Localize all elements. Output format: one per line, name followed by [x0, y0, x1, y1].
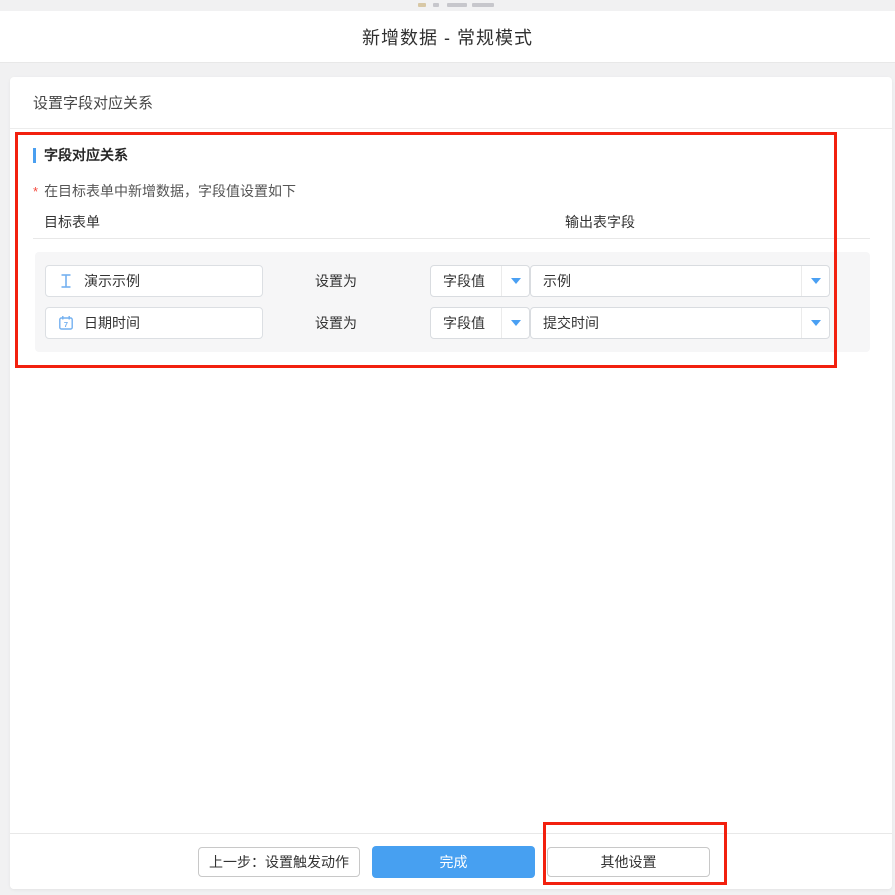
output-field-selected: 示例: [531, 271, 801, 291]
target-field-label: 日期时间: [84, 313, 140, 333]
value-mode-select[interactable]: 字段值: [430, 265, 530, 297]
value-mode-selected: 字段值: [431, 271, 501, 291]
panel-section-header-label: 设置字段对应关系: [33, 92, 153, 113]
value-mode-selected: 字段值: [431, 313, 501, 333]
column-header-target-form: 目标表单: [44, 212, 100, 232]
dialog-title-bar: 新增数据 - 常规模式: [0, 11, 895, 63]
main-panel: 设置字段对应关系 字段对应关系 * 在目标表单中新增数据，字段值设置如下 目标表单…: [10, 77, 892, 889]
output-field-selected: 提交时间: [531, 313, 801, 333]
caret-zone: [501, 266, 529, 296]
caret-zone: [501, 308, 529, 338]
output-field-select[interactable]: 提交时间: [530, 307, 830, 339]
chevron-down-icon: [811, 278, 821, 284]
finish-button[interactable]: 完成: [372, 846, 535, 878]
svg-text:7: 7: [64, 320, 68, 329]
remnant-fragment: [433, 3, 439, 7]
mapping-section-title-label: 字段对应关系: [44, 145, 128, 165]
column-header-divider: [33, 238, 870, 239]
mapping-rows-container: 演示示例 设置为 字段值 示例: [35, 252, 870, 352]
accent-bar: [33, 148, 36, 163]
column-header-output-field: 输出表字段: [565, 212, 635, 232]
target-field-label: 演示示例: [84, 271, 140, 291]
remnant-fragment: [472, 3, 494, 7]
chevron-down-icon: [811, 320, 821, 326]
remnant-fragment: [418, 3, 426, 7]
text-field-icon: [58, 273, 74, 289]
mapping-row: 演示示例 设置为 字段值 示例: [45, 265, 860, 297]
mapping-note-text: 在目标表单中新增数据，字段值设置如下: [44, 183, 296, 199]
other-settings-button[interactable]: 其他设置: [547, 847, 710, 877]
dialog-footer: 上一步：设置触发动作 完成 其他设置: [10, 833, 892, 889]
page-title: 新增数据 - 常规模式: [362, 24, 533, 50]
mapping-section-title: 字段对应关系: [33, 145, 128, 165]
target-field-chip: 7 日期时间: [45, 307, 263, 339]
remnant-fragment: [447, 3, 467, 7]
calendar-icon: 7: [58, 315, 74, 331]
chevron-down-icon: [511, 320, 521, 326]
caret-zone: [801, 266, 829, 296]
target-field-chip: 演示示例: [45, 265, 263, 297]
panel-section-header: 设置字段对应关系: [10, 77, 892, 129]
chevron-down-icon: [511, 278, 521, 284]
screen: 新增数据 - 常规模式 设置字段对应关系 字段对应关系 * 在目标表单中新增数据，…: [0, 0, 895, 895]
previous-step-button[interactable]: 上一步：设置触发动作: [198, 847, 360, 877]
mapping-note: * 在目标表单中新增数据，字段值设置如下: [33, 181, 296, 201]
set-as-label: 设置为: [315, 307, 357, 339]
caret-zone: [801, 308, 829, 338]
mapping-row: 7 日期时间 设置为 字段值 提交时间: [45, 307, 860, 339]
set-as-label: 设置为: [315, 265, 357, 297]
scrolled-header-remnant: [0, 0, 895, 11]
output-field-select[interactable]: 示例: [530, 265, 830, 297]
required-asterisk: *: [33, 184, 38, 199]
value-mode-select[interactable]: 字段值: [430, 307, 530, 339]
